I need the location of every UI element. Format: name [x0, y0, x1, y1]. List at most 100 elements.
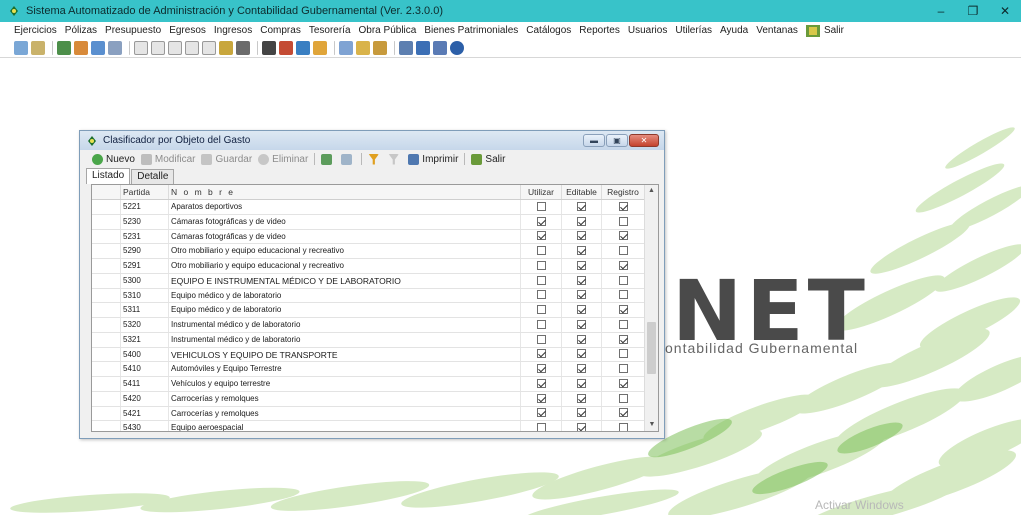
- row-selector[interactable]: [92, 303, 121, 317]
- column-header-registro[interactable]: Registro: [602, 185, 645, 199]
- table-row[interactable]: 5300 EQUIPO E INSTRUMENTAL MÉDICO Y DE LA…: [92, 273, 645, 289]
- clear-filter-button[interactable]: [388, 153, 402, 165]
- imprimir-button[interactable]: Imprimir: [408, 153, 458, 165]
- menu-presupuesto[interactable]: Presupuesto: [105, 25, 161, 36]
- vertical-scrollbar[interactable]: ▲ ▼: [644, 185, 658, 431]
- menu-ventanas[interactable]: Ventanas: [756, 25, 798, 36]
- gear-icon[interactable]: [236, 41, 250, 55]
- scroll-thumb[interactable]: [647, 322, 656, 374]
- table-row[interactable]: 5410 Automóviles y Equipo Terrestre: [92, 362, 645, 377]
- utilizar-checkbox[interactable]: [536, 378, 546, 388]
- table-row[interactable]: 5320 Instrumental médico y de laboratorio: [92, 318, 645, 333]
- column-header-utilizar[interactable]: Utilizar: [521, 185, 562, 199]
- form-icon[interactable]: [202, 41, 216, 55]
- table-row[interactable]: 5411 Vehículos y equipo terrestre: [92, 377, 645, 392]
- editable-checkbox[interactable]: [577, 231, 586, 241]
- scroll-up-icon[interactable]: ▲: [645, 185, 658, 197]
- row-selector[interactable]: [92, 200, 121, 214]
- menu-ingresos[interactable]: Ingresos: [214, 25, 252, 36]
- utilizar-checkbox[interactable]: [536, 305, 546, 315]
- utilizar-checkbox[interactable]: [536, 216, 546, 226]
- box-icon[interactable]: [313, 41, 327, 55]
- child-close-button[interactable]: ✕: [629, 134, 659, 147]
- utilizar-checkbox[interactable]: [536, 349, 546, 359]
- row-selector[interactable]: [92, 318, 121, 332]
- editable-checkbox[interactable]: [577, 393, 586, 403]
- eliminar-button[interactable]: Eliminar: [258, 153, 308, 165]
- child-maximize-button[interactable]: ▣: [606, 134, 628, 147]
- menu-utilerias[interactable]: Utilerías: [675, 25, 712, 36]
- minimize-button[interactable]: –: [925, 0, 957, 22]
- filter-button[interactable]: [368, 153, 382, 165]
- registro-checkbox[interactable]: [618, 423, 628, 431]
- utilizar-checkbox[interactable]: [536, 201, 546, 211]
- table-row[interactable]: 5231 Cámaras fotográficas y de video: [92, 229, 645, 245]
- row-selector[interactable]: [92, 273, 121, 288]
- form-icon[interactable]: [185, 41, 199, 55]
- menu-tesoreria[interactable]: Tesorería: [309, 25, 351, 36]
- menu-ayuda[interactable]: Ayuda: [720, 25, 748, 36]
- editable-checkbox[interactable]: [577, 290, 586, 300]
- menu-egresos[interactable]: Egresos: [169, 25, 206, 36]
- grid-icon[interactable]: [108, 41, 122, 55]
- editable-checkbox[interactable]: [577, 201, 586, 211]
- import-button[interactable]: [341, 153, 355, 165]
- utilizar-checkbox[interactable]: [536, 275, 546, 285]
- table-row[interactable]: 5290 Otro mobiliario y equipo educacional…: [92, 244, 645, 259]
- menu-reportes[interactable]: Reportes: [579, 25, 620, 36]
- row-selector[interactable]: [92, 244, 121, 258]
- editable-checkbox[interactable]: [577, 364, 586, 374]
- menu-compras[interactable]: Compras: [260, 25, 301, 36]
- list-icon[interactable]: [339, 41, 353, 55]
- row-selector[interactable]: [92, 347, 121, 362]
- row-selector[interactable]: [92, 288, 121, 303]
- scroll-down-icon[interactable]: ▼: [645, 419, 658, 431]
- table-row[interactable]: 5430 Equipo aeroespacial: [92, 421, 645, 431]
- row-selector[interactable]: [92, 259, 121, 273]
- form-icon[interactable]: [168, 41, 182, 55]
- registro-checkbox[interactable]: [618, 246, 628, 256]
- salir-button[interactable]: Salir: [471, 153, 505, 165]
- registro-checkbox[interactable]: [618, 216, 628, 226]
- tab-listado[interactable]: Listado: [86, 168, 131, 184]
- utilizar-checkbox[interactable]: [536, 408, 546, 418]
- export-button[interactable]: [321, 153, 335, 165]
- editable-checkbox[interactable]: [577, 319, 586, 329]
- row-selector[interactable]: [92, 362, 121, 376]
- utilizar-checkbox[interactable]: [536, 246, 546, 256]
- row-selector[interactable]: [92, 421, 121, 431]
- tree-icon[interactable]: [399, 41, 413, 55]
- column-header-editable[interactable]: Editable: [562, 185, 602, 199]
- row-selector[interactable]: [92, 406, 121, 421]
- editable-checkbox[interactable]: [577, 334, 586, 344]
- table-row[interactable]: 5310 Equipo médico y de laboratorio: [92, 288, 645, 304]
- editable-checkbox[interactable]: [577, 423, 586, 431]
- folder-icon[interactable]: [219, 41, 233, 55]
- table-row[interactable]: 5420 Carrocerías y remolques: [92, 391, 645, 407]
- document-icon[interactable]: [31, 41, 45, 55]
- registro-checkbox[interactable]: [618, 349, 628, 359]
- editable-checkbox[interactable]: [577, 275, 586, 285]
- nuevo-button[interactable]: Nuevo: [92, 153, 135, 165]
- utilizar-checkbox[interactable]: [536, 334, 546, 344]
- registro-checkbox[interactable]: [618, 290, 628, 300]
- utilizar-checkbox[interactable]: [536, 260, 546, 270]
- calendar-icon[interactable]: [91, 41, 105, 55]
- registro-checkbox[interactable]: [618, 231, 628, 241]
- menu-obra-publica[interactable]: Obra Pública: [359, 25, 417, 36]
- menu-catalogos[interactable]: Catálogos: [526, 25, 571, 36]
- report-icon[interactable]: [296, 41, 310, 55]
- registro-checkbox[interactable]: [618, 305, 628, 315]
- registro-checkbox[interactable]: [618, 201, 628, 211]
- row-selector[interactable]: [92, 229, 121, 244]
- window-icon[interactable]: [433, 41, 447, 55]
- registro-checkbox[interactable]: [618, 408, 628, 418]
- users-icon[interactable]: [57, 41, 71, 55]
- editable-checkbox[interactable]: [577, 246, 586, 256]
- table-row[interactable]: 5291 Otro mobiliario y equipo educacional…: [92, 259, 645, 274]
- row-selector[interactable]: [92, 391, 121, 406]
- registro-checkbox[interactable]: [618, 378, 628, 388]
- editable-checkbox[interactable]: [577, 216, 586, 226]
- editable-checkbox[interactable]: [577, 305, 586, 315]
- form-icon[interactable]: [151, 41, 165, 55]
